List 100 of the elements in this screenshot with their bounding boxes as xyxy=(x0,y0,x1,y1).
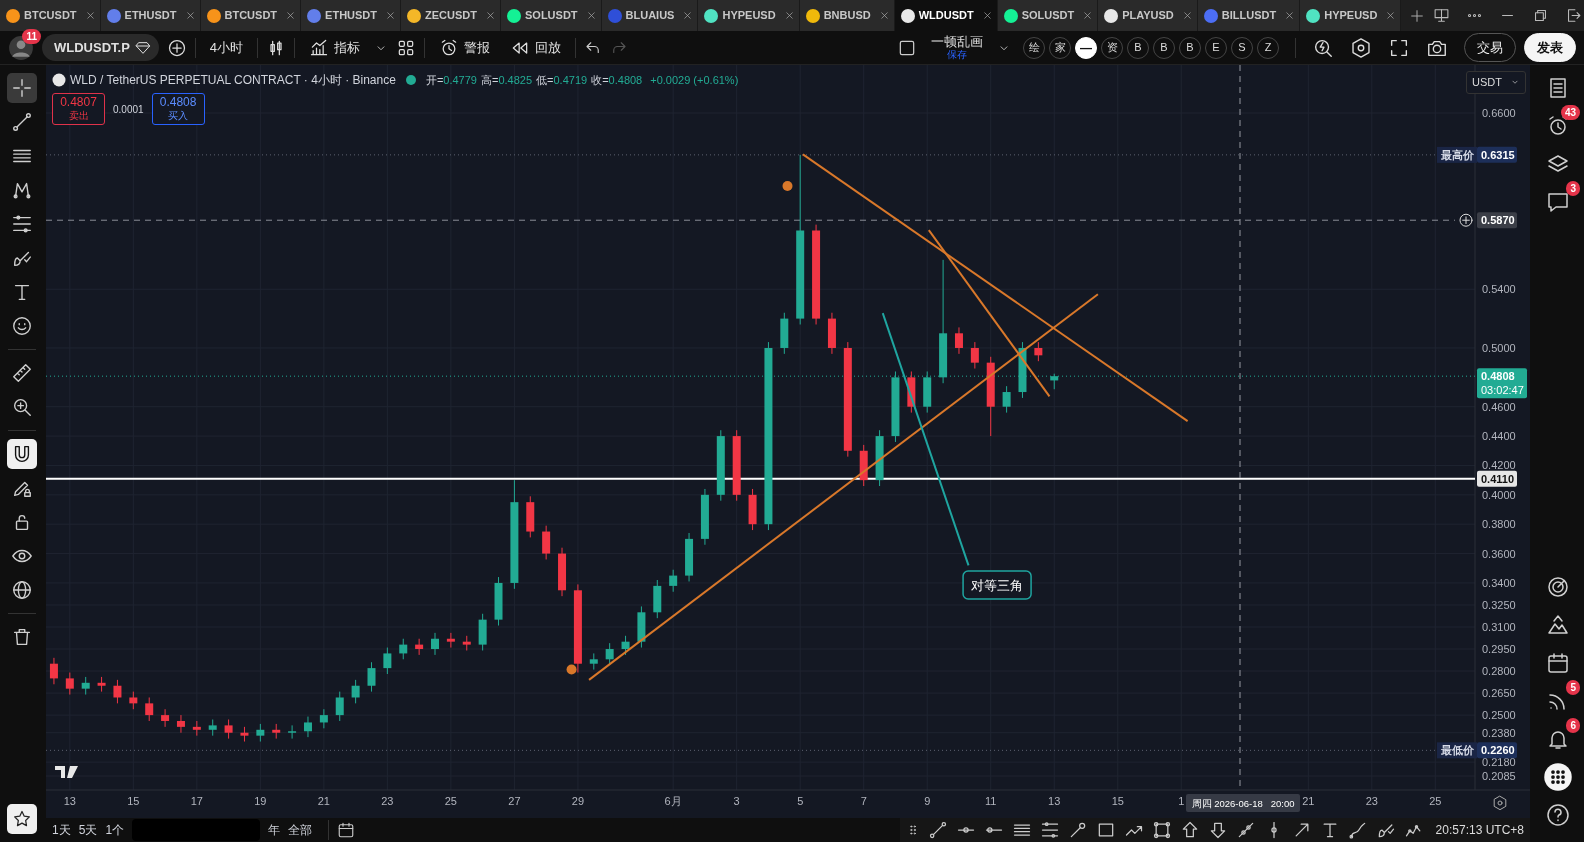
alert-line[interactable] xyxy=(46,219,1456,221)
indicators-button[interactable]: 指标 xyxy=(303,35,367,60)
close-icon[interactable] xyxy=(585,10,597,21)
close-icon[interactable] xyxy=(783,10,795,21)
candlestick xyxy=(1034,341,1043,362)
annotation-label[interactable]: 对等三角 xyxy=(962,570,1032,600)
price-axis-label: 0.2800 xyxy=(1482,665,1516,678)
tab[interactable]: BNBUSD xyxy=(799,0,895,31)
time-axis-label: 15 xyxy=(1111,795,1124,807)
price-axis-label: 0.2500 xyxy=(1482,709,1516,722)
logo-icon[interactable] xyxy=(55,766,78,778)
tab[interactable]: ETHUSDT xyxy=(100,0,201,31)
tab[interactable]: BILLUSDT xyxy=(1197,0,1301,31)
close-icon[interactable] xyxy=(1181,10,1193,21)
tab[interactable]: WLDUSDT xyxy=(894,0,998,31)
price-axis-label: 0.2380 xyxy=(1482,726,1516,739)
candlestick xyxy=(875,429,884,487)
tab[interactable]: ZECUSDT xyxy=(401,0,501,31)
exit-icon[interactable] xyxy=(1565,7,1583,24)
price-axis-label: 0.2180 xyxy=(1482,756,1516,769)
settings-icon[interactable] xyxy=(1350,36,1372,59)
apps-icon[interactable] xyxy=(1543,762,1573,792)
trend-line-icon[interactable] xyxy=(927,820,948,840)
price-tag: 0.6315 xyxy=(1477,146,1517,163)
settings-icon[interactable] xyxy=(1494,796,1506,810)
price-axis-label: 0.2085 xyxy=(1482,770,1516,783)
chart-title: WLD / TetherUS PERPETUAL CONTRACT · 4小时 · Binance xyxy=(70,72,396,89)
candlestick xyxy=(685,532,694,582)
layout-button[interactable]: 一顿乱画 保存 xyxy=(925,32,989,63)
radar-icon[interactable] xyxy=(1546,575,1570,599)
range-button[interactable]: 全部 xyxy=(288,821,313,839)
alert-button[interactable]: 警报 xyxy=(433,35,497,60)
tab[interactable]: PLAYUSD xyxy=(1098,0,1198,31)
close-icon[interactable] xyxy=(981,10,993,21)
monitor-icon[interactable] xyxy=(1433,7,1451,24)
candlestick xyxy=(478,613,487,651)
candlestick xyxy=(319,708,328,729)
tab[interactable]: BLUAIUS xyxy=(601,0,699,31)
range-button[interactable]: 5天 xyxy=(78,821,98,839)
time-axis-label: 5 xyxy=(797,795,804,807)
range-button[interactable]: 1个 xyxy=(105,821,125,839)
calendar-icon[interactable] xyxy=(1546,651,1570,675)
plus-circle-icon[interactable] xyxy=(166,37,187,58)
tab[interactable]: BTCUSDT xyxy=(0,0,101,31)
replay-button[interactable]: 回放 xyxy=(504,35,568,60)
range-button[interactable]: 年 xyxy=(268,821,281,839)
price-tag-label: 最低价 xyxy=(1437,742,1477,759)
candlestick xyxy=(113,679,122,704)
smiley-icon xyxy=(11,315,33,337)
ohlc-value: 0.4779 xyxy=(443,72,477,88)
plus-icon[interactable] xyxy=(1409,7,1426,24)
close-icon[interactable] xyxy=(1082,10,1094,21)
interval-button[interactable]: 4小时 xyxy=(203,35,250,60)
range-button[interactable]: 1天 xyxy=(52,821,71,839)
time-axis-label: 25 xyxy=(1429,795,1442,807)
currency-dropdown[interactable]: USDT xyxy=(1466,71,1526,94)
close-icon[interactable] xyxy=(1284,10,1296,21)
fib-levels-icon xyxy=(11,213,33,235)
close-icon[interactable] xyxy=(84,10,96,21)
chat-icon[interactable] xyxy=(1546,190,1570,214)
horizontal-line[interactable] xyxy=(46,477,1476,480)
tool-button[interactable] xyxy=(7,73,37,103)
tool-button[interactable] xyxy=(7,439,37,469)
candlestick xyxy=(462,635,471,651)
time-axis-label: 13 xyxy=(1048,795,1061,807)
help-icon[interactable] xyxy=(1546,803,1570,827)
tab[interactable]: HYPEUSD xyxy=(1300,0,1402,31)
calendar-icon[interactable] xyxy=(337,821,356,839)
publish-button[interactable]: 发表 xyxy=(1524,32,1576,63)
tab[interactable]: SOLUSDT xyxy=(997,0,1099,31)
candlestick xyxy=(558,547,567,597)
candlestick xyxy=(256,723,265,743)
close-icon[interactable] xyxy=(878,10,890,21)
rect-corners-icon[interactable] xyxy=(1151,820,1172,840)
close-icon[interactable] xyxy=(485,10,496,21)
close-icon[interactable] xyxy=(385,10,397,21)
diamond-icon xyxy=(134,39,151,56)
tab[interactable]: SOLUSDT xyxy=(501,0,602,31)
plus-circle-icon[interactable] xyxy=(1460,214,1472,227)
close-icon[interactable] xyxy=(682,10,694,21)
tab[interactable]: HYPEUSD xyxy=(698,0,800,31)
favorites-button[interactable] xyxy=(7,804,37,834)
buy-button[interactable]: 0.4808 买入 xyxy=(151,93,205,125)
symbol-button[interactable]: WLDUSDT.P xyxy=(42,33,159,62)
spread-value: 0.0001 xyxy=(113,102,144,117)
mountains-icon[interactable] xyxy=(1546,613,1570,637)
time-axis-label: 13 xyxy=(63,795,76,807)
close-icon[interactable] xyxy=(184,10,196,21)
curve-icon[interactable] xyxy=(1347,820,1368,840)
candlestick xyxy=(605,642,614,666)
fib-levels-icon[interactable] xyxy=(1039,820,1060,840)
tab[interactable]: ETHUSDT xyxy=(301,0,402,31)
close-icon[interactable] xyxy=(285,10,297,21)
price-axis-label: 0.3800 xyxy=(1482,518,1516,531)
triangle-pattern-drawing[interactable] xyxy=(566,153,1189,681)
chip-button[interactable]: — xyxy=(1075,36,1097,59)
price-axis-label: 0.3600 xyxy=(1482,547,1516,560)
tab[interactable]: BTCUSDT xyxy=(200,0,302,31)
close-icon[interactable] xyxy=(1385,10,1397,21)
sell-button[interactable]: 0.4807 卖出 xyxy=(52,93,105,125)
